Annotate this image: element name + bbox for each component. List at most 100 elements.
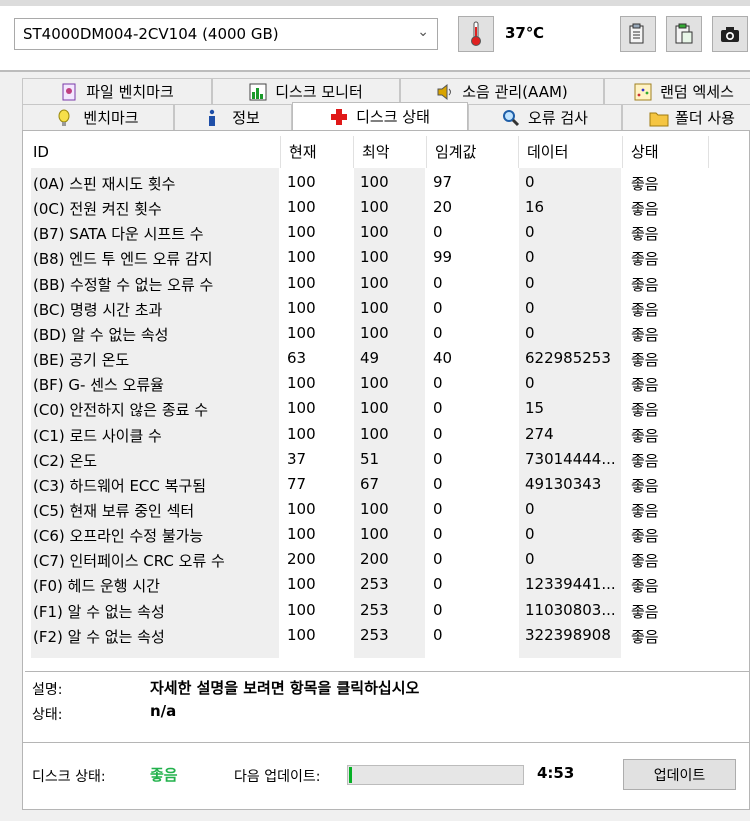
table-row[interactable]: (C3) 하드웨어 ECC 복구됨 77 67 0 49130343 좋음 — [25, 472, 749, 497]
table-row[interactable]: (BC) 명령 시간 초과 100 100 0 0 좋음 — [25, 296, 749, 321]
benchmark-icon — [57, 109, 75, 127]
update-button[interactable]: 업데이트 — [623, 759, 736, 790]
table-row[interactable]: (BF) G- 센스 오류율 100 100 0 0 좋음 — [25, 371, 749, 396]
tab-info[interactable]: 정보 — [174, 104, 292, 130]
copy-button[interactable] — [620, 16, 656, 52]
column-header-status[interactable]: 상태 — [623, 136, 709, 168]
cell-data: 0 — [525, 273, 535, 292]
column-header-data[interactable]: 데이터 — [519, 136, 623, 168]
cell-threshold: 0 — [433, 298, 443, 317]
table-row[interactable]: (F0) 헤드 운행 시간 100 253 0 12339441... 좋음 — [25, 572, 749, 597]
tab-label: 오류 검사 — [528, 109, 588, 127]
toolbar: ST4000DM004-2CV104 (4000 GB) ⌄ 37℃ — [0, 6, 750, 70]
tab-label: 디스크 상태 — [356, 108, 430, 126]
cell-id: (BC) 명령 시간 초과 — [33, 300, 163, 319]
description-label: 설명: — [32, 682, 63, 698]
temperature-button[interactable] — [458, 16, 494, 52]
tab-benchmark[interactable]: 벤치마크 — [22, 104, 174, 130]
copy-all-button[interactable] — [666, 16, 702, 52]
table-row[interactable]: (B7) SATA 다운 시프트 수 100 100 0 0 좋음 — [25, 220, 749, 245]
cell-data: 73014444... — [525, 449, 616, 468]
cell-status: 좋음 — [631, 175, 659, 193]
tab-disk-health[interactable]: 디스크 상태 — [292, 102, 468, 130]
tab-error-scan[interactable]: 오류 검사 — [468, 104, 622, 130]
app-window: ST4000DM004-2CV104 (4000 GB) ⌄ 37℃ 파일 벤치… — [0, 0, 750, 821]
column-header-current[interactable]: 현재 — [281, 136, 354, 168]
table-row[interactable]: (C0) 안전하지 않은 종료 수 100 100 0 15 좋음 — [25, 396, 749, 421]
cell-data: 0 — [525, 298, 535, 317]
cell-id: (F1) 알 수 없는 속성 — [33, 602, 165, 621]
table-row[interactable]: (C5) 현재 보류 중인 섹터 100 100 0 0 좋음 — [25, 497, 749, 522]
cell-status: 좋음 — [631, 426, 659, 445]
cell-status: 좋음 — [631, 250, 659, 269]
tab-disk-monitor[interactable]: 디스크 모니터 — [212, 78, 400, 104]
cell-status: 좋음 — [631, 300, 659, 319]
tab-label: 벤치마크 — [83, 109, 139, 127]
smart-attribute-list[interactable]: ID 현재 최악 임계값 데이터 상태 (0A) 스핀 재시도 횟수 100 100… — [25, 136, 749, 672]
cell-data: 0 — [525, 223, 535, 242]
cell-current: 100 — [287, 173, 316, 191]
tab-label: 디스크 모니터 — [275, 83, 363, 101]
cell-worst: 100 — [360, 424, 389, 443]
cell-data: 0 — [525, 323, 535, 342]
cell-status: 좋음 — [631, 476, 659, 495]
cell-worst: 100 — [360, 273, 389, 292]
table-row[interactable]: (C6) 오프라인 수정 불가능 100 100 0 0 좋음 — [25, 522, 749, 547]
cell-worst: 100 — [360, 399, 389, 418]
cell-worst: 200 — [360, 550, 389, 569]
update-countdown: 4:53 — [537, 764, 575, 782]
tab-label: 랜덤 엑세스 — [660, 83, 734, 101]
table-row[interactable]: (BB) 수정할 수 없는 오류 수 100 100 0 0 좋음 — [25, 271, 749, 296]
cell-threshold: 0 — [433, 550, 443, 569]
table-row[interactable]: (F2) 알 수 없는 속성 100 253 0 322398908 좋음 — [25, 623, 749, 648]
tab-file-benchmark[interactable]: 파일 벤치마크 — [22, 78, 212, 104]
cell-worst: 100 — [360, 223, 389, 242]
cell-data: 11030803... — [525, 600, 616, 619]
status-label: 상태: — [32, 707, 63, 723]
table-row[interactable]: (F1) 알 수 없는 속성 100 253 0 11030803... 좋음 — [25, 598, 749, 623]
tab-label: 정보 — [232, 109, 260, 127]
cell-data: 0 — [525, 525, 535, 544]
cell-status: 좋음 — [631, 325, 659, 344]
column-header-worst[interactable]: 최악 — [354, 136, 427, 168]
cell-data: 322398908 — [525, 625, 611, 644]
cell-worst: 100 — [360, 198, 389, 217]
cell-current: 100 — [287, 298, 316, 317]
cell-id: (BB) 수정할 수 없는 오류 수 — [33, 275, 214, 294]
table-row[interactable]: (0C) 전원 켜진 횟수 100 100 20 16 좋음 — [25, 195, 749, 220]
disk-monitor-icon — [249, 83, 267, 101]
column-header-threshold[interactable]: 임계값 — [427, 136, 519, 168]
cell-status: 좋음 — [631, 577, 659, 596]
tab-random-access[interactable]: 랜덤 엑세스 — [604, 78, 750, 104]
cell-current: 100 — [287, 223, 316, 242]
cell-status: 좋음 — [631, 275, 659, 294]
tab-row-bottom: 벤치마크 정보 디스크 상태 오류 검사 폴더 사용 — [0, 102, 750, 130]
cell-id: (C0) 안전하지 않은 종료 수 — [33, 401, 208, 420]
list-header: ID 현재 최악 임계값 데이터 상태 — [25, 136, 749, 168]
table-row[interactable]: (BE) 공기 온도 63 49 40 622985253 좋음 — [25, 346, 749, 371]
cell-id: (F2) 알 수 없는 속성 — [33, 627, 165, 646]
status-value: n/a — [150, 702, 177, 720]
cell-status: 좋음 — [631, 451, 659, 470]
table-row[interactable]: (BD) 알 수 없는 속성 100 100 0 0 좋음 — [25, 321, 749, 346]
cell-data: 0 — [525, 374, 535, 393]
tab-noise-aam[interactable]: 소음 관리(AAM) — [400, 78, 604, 104]
tab-folder-usage[interactable]: 폴더 사용 — [622, 104, 750, 130]
screenshot-button[interactable] — [712, 16, 748, 52]
column-header-id[interactable]: ID — [25, 136, 281, 168]
description-value: 자세한 설명을 보려면 항목을 클릭하십시오 — [150, 679, 420, 697]
table-row[interactable]: (0A) 스핀 재시도 횟수 100 100 97 0 좋음 — [25, 170, 749, 195]
table-row[interactable]: (C7) 인터페이스 CRC 오류 수 200 200 0 0 좋음 — [25, 547, 749, 572]
table-row[interactable]: (C1) 로드 사이클 수 100 100 0 274 좋음 — [25, 422, 749, 447]
table-row[interactable]: (C2) 온도 37 51 0 73014444... 좋음 — [25, 447, 749, 472]
cell-threshold: 0 — [433, 575, 443, 594]
cell-threshold: 0 — [433, 273, 443, 292]
next-update-label: 다음 업데이트: — [234, 769, 321, 785]
cell-worst: 49 — [360, 349, 380, 368]
disk-select[interactable]: ST4000DM004-2CV104 (4000 GB) ⌄ — [14, 18, 438, 50]
cell-id: (F0) 헤드 운행 시간 — [33, 577, 160, 596]
table-row[interactable]: (B8) 엔드 투 엔드 오류 감지 100 100 99 0 좋음 — [25, 245, 749, 270]
cell-id: (B8) 엔드 투 엔드 오류 감지 — [33, 250, 213, 269]
cell-data: 274 — [525, 424, 554, 443]
cell-id: (BF) G- 센스 오류율 — [33, 376, 164, 395]
